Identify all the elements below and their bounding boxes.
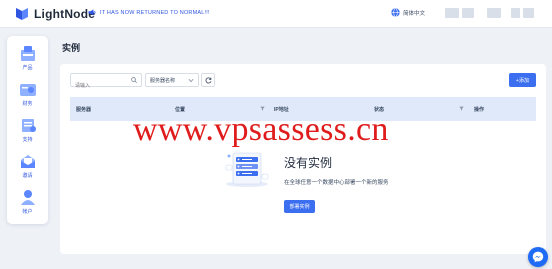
globe-icon bbox=[391, 8, 400, 17]
sidebar-item-account[interactable]: 帐户 bbox=[7, 188, 48, 215]
refresh-icon bbox=[205, 76, 211, 83]
filter-icon[interactable] bbox=[459, 106, 464, 111]
chevron-down-icon bbox=[188, 78, 194, 83]
column-header-actions: 操作 bbox=[474, 107, 485, 113]
sidebar-item-support[interactable]: 支持 bbox=[7, 116, 48, 143]
watermark: www.vpsassess.cn bbox=[133, 111, 389, 148]
blurred-user-info bbox=[511, 8, 520, 18]
blurred-user-info bbox=[523, 8, 534, 18]
sidebar: 产品 财务 支持 邀请 帐户 bbox=[7, 36, 48, 224]
page-title: 实例 bbox=[62, 43, 81, 53]
blurred-user-info bbox=[487, 8, 501, 18]
blurred-user-info bbox=[462, 8, 474, 18]
search-box[interactable] bbox=[70, 73, 142, 92]
megaphone-icon bbox=[88, 9, 96, 16]
empty-servers-illustration bbox=[225, 152, 269, 187]
filter-field-value: 服务器名称 bbox=[150, 77, 176, 84]
notice-text: IT HAS NOW RETURNED TO NORMAL!!! bbox=[100, 9, 210, 16]
support-icon bbox=[21, 119, 36, 132]
notice-banner: IT HAS NOW RETURNED TO NORMAL!!! bbox=[88, 9, 210, 16]
column-header-server: 服务器 bbox=[76, 107, 92, 113]
invite-icon bbox=[20, 155, 35, 168]
account-icon bbox=[20, 190, 35, 205]
language-switcher[interactable]: 简体中文 bbox=[391, 8, 425, 17]
empty-state-description: 在全球任意一个数据中心部署一个新的服务 bbox=[284, 180, 389, 186]
sidebar-item-invite[interactable]: 邀请 bbox=[7, 152, 48, 179]
language-label: 简体中文 bbox=[403, 10, 426, 17]
finance-icon bbox=[19, 84, 36, 96]
search-input[interactable] bbox=[71, 80, 127, 92]
add-instance-button[interactable]: +添加 bbox=[509, 73, 536, 87]
brand-name: LightNode bbox=[34, 7, 96, 21]
top-bar: LightNode IT HAS NOW RETURNED TO NORMAL!… bbox=[0, 0, 552, 28]
brand-logo[interactable]: LightNode bbox=[14, 6, 95, 22]
lightnode-logo-icon bbox=[16, 8, 28, 20]
sidebar-item-finance[interactable]: 财务 bbox=[7, 80, 48, 107]
product-icon bbox=[20, 46, 35, 61]
sidebar-item-label: 财务 bbox=[22, 101, 33, 107]
sidebar-item-label: 支持 bbox=[22, 137, 33, 143]
filter-field-select[interactable]: 服务器名称 bbox=[145, 73, 199, 87]
blurred-user-info bbox=[445, 8, 459, 18]
sidebar-item-label: 邀请 bbox=[22, 173, 33, 179]
messenger-icon bbox=[532, 251, 544, 263]
empty-state-title: 没有实例 bbox=[284, 156, 333, 170]
messenger-chat-button[interactable] bbox=[528, 247, 548, 267]
deploy-instance-button[interactable]: 部署实例 bbox=[284, 200, 315, 213]
sidebar-item-label: 帐户 bbox=[22, 209, 33, 215]
refresh-button[interactable] bbox=[201, 73, 215, 87]
search-icon[interactable] bbox=[131, 77, 137, 83]
sidebar-item-product[interactable]: 产品 bbox=[7, 44, 48, 71]
sidebar-item-label: 产品 bbox=[22, 65, 33, 71]
